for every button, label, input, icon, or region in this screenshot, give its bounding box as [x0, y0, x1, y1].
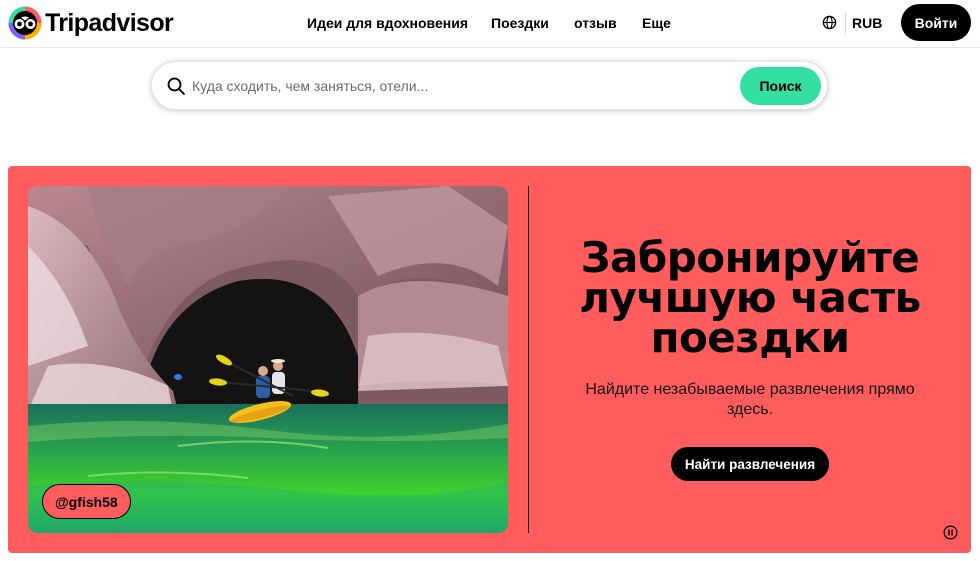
pause-icon[interactable] — [943, 525, 958, 540]
find-activities-button[interactable]: Найти развлечения — [671, 447, 829, 481]
nav-inspiration[interactable]: Идеи для вдохновения — [307, 15, 468, 31]
hero-subtext: Найдите незабываемые развлечения прямо з… — [585, 381, 915, 418]
photo-credit-badge[interactable]: @gfish58 — [42, 484, 131, 519]
nav-review[interactable]: отзыв — [574, 15, 617, 31]
search-bar: Поиск — [151, 61, 828, 110]
currency-selector[interactable]: RUB — [852, 15, 882, 31]
hero-headline: Забронируйте лучшую часть поездки — [579, 233, 921, 362]
header-divider — [845, 12, 846, 34]
search-button[interactable]: Поиск — [740, 67, 821, 105]
brand-logo[interactable]: Tripadvisor — [8, 5, 174, 41]
hero-photo: @gfish58 — [28, 186, 508, 533]
search-icon — [167, 77, 185, 95]
tripadvisor-owl-logo-icon — [8, 6, 42, 40]
nav-trips[interactable]: Поездки — [491, 15, 549, 31]
search-input[interactable] — [192, 74, 732, 98]
kayak-cave-image — [28, 186, 508, 533]
site-header: Tripadvisor Идеи для вдохновения Поездки… — [0, 0, 980, 48]
nav-more[interactable]: Еще — [642, 15, 671, 31]
brand-name: Tripadvisor — [45, 8, 174, 37]
login-button[interactable]: Войти — [901, 4, 971, 41]
hero-banner: @gfish58 Забронируйте лучшую часть поезд… — [8, 166, 971, 553]
hero-divider — [528, 186, 529, 533]
globe-icon[interactable] — [822, 15, 837, 30]
